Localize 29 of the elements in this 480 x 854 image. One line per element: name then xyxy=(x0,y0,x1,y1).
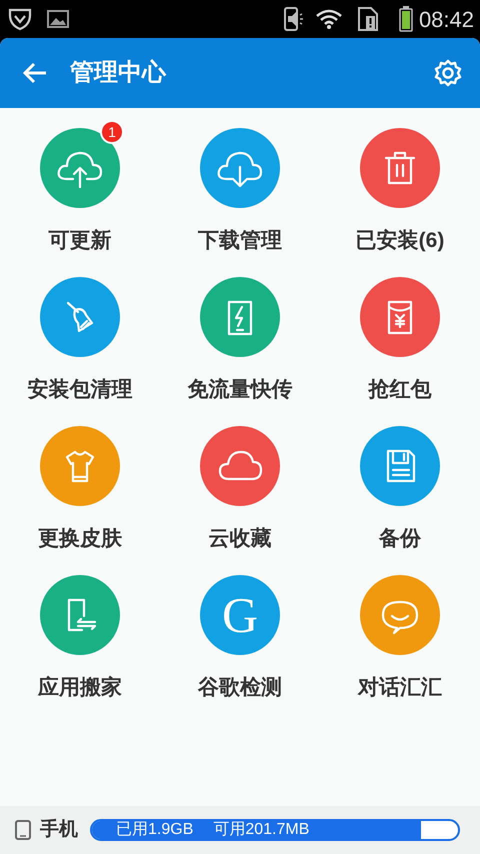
clock-time: 08:42 xyxy=(418,6,474,34)
back-icon xyxy=(22,62,48,84)
tool-label: 更换皮肤 xyxy=(38,526,122,552)
page-title: 管理中心 xyxy=(70,58,166,88)
tool-button[interactable]: G xyxy=(200,575,280,655)
settings-button[interactable] xyxy=(432,57,464,89)
tool-label: 下载管理 xyxy=(198,228,282,254)
tool-label: 可更新 xyxy=(48,228,112,254)
tool-label: 免流量快传 xyxy=(188,377,292,403)
battery-icon xyxy=(398,6,413,32)
tool-label: 抢红包 xyxy=(368,377,432,403)
storage-label: 手机 xyxy=(40,818,78,842)
tool-label: 云收藏 xyxy=(208,526,272,552)
free-space: 可用201.7MB xyxy=(213,822,310,838)
tool-label: 备份 xyxy=(379,526,421,552)
tool-label: 应用搬家 xyxy=(38,675,122,701)
tool-label: 谷歌检测 xyxy=(198,675,282,701)
phone-icon xyxy=(14,819,32,841)
image-icon xyxy=(47,9,69,29)
notification-badge: 1 xyxy=(100,120,124,144)
shield-icon xyxy=(7,7,33,31)
letter-icon: G xyxy=(222,590,258,640)
tool-label: 对话汇汇 xyxy=(358,675,442,701)
wifi-icon xyxy=(314,8,343,30)
tool-label: 已安装(6) xyxy=(356,228,444,254)
used-space: 已用1.9GB xyxy=(116,822,194,838)
sim-alert-icon xyxy=(356,6,379,32)
tool-label: 安装包清理 xyxy=(28,377,132,403)
settings-icon xyxy=(434,59,462,87)
